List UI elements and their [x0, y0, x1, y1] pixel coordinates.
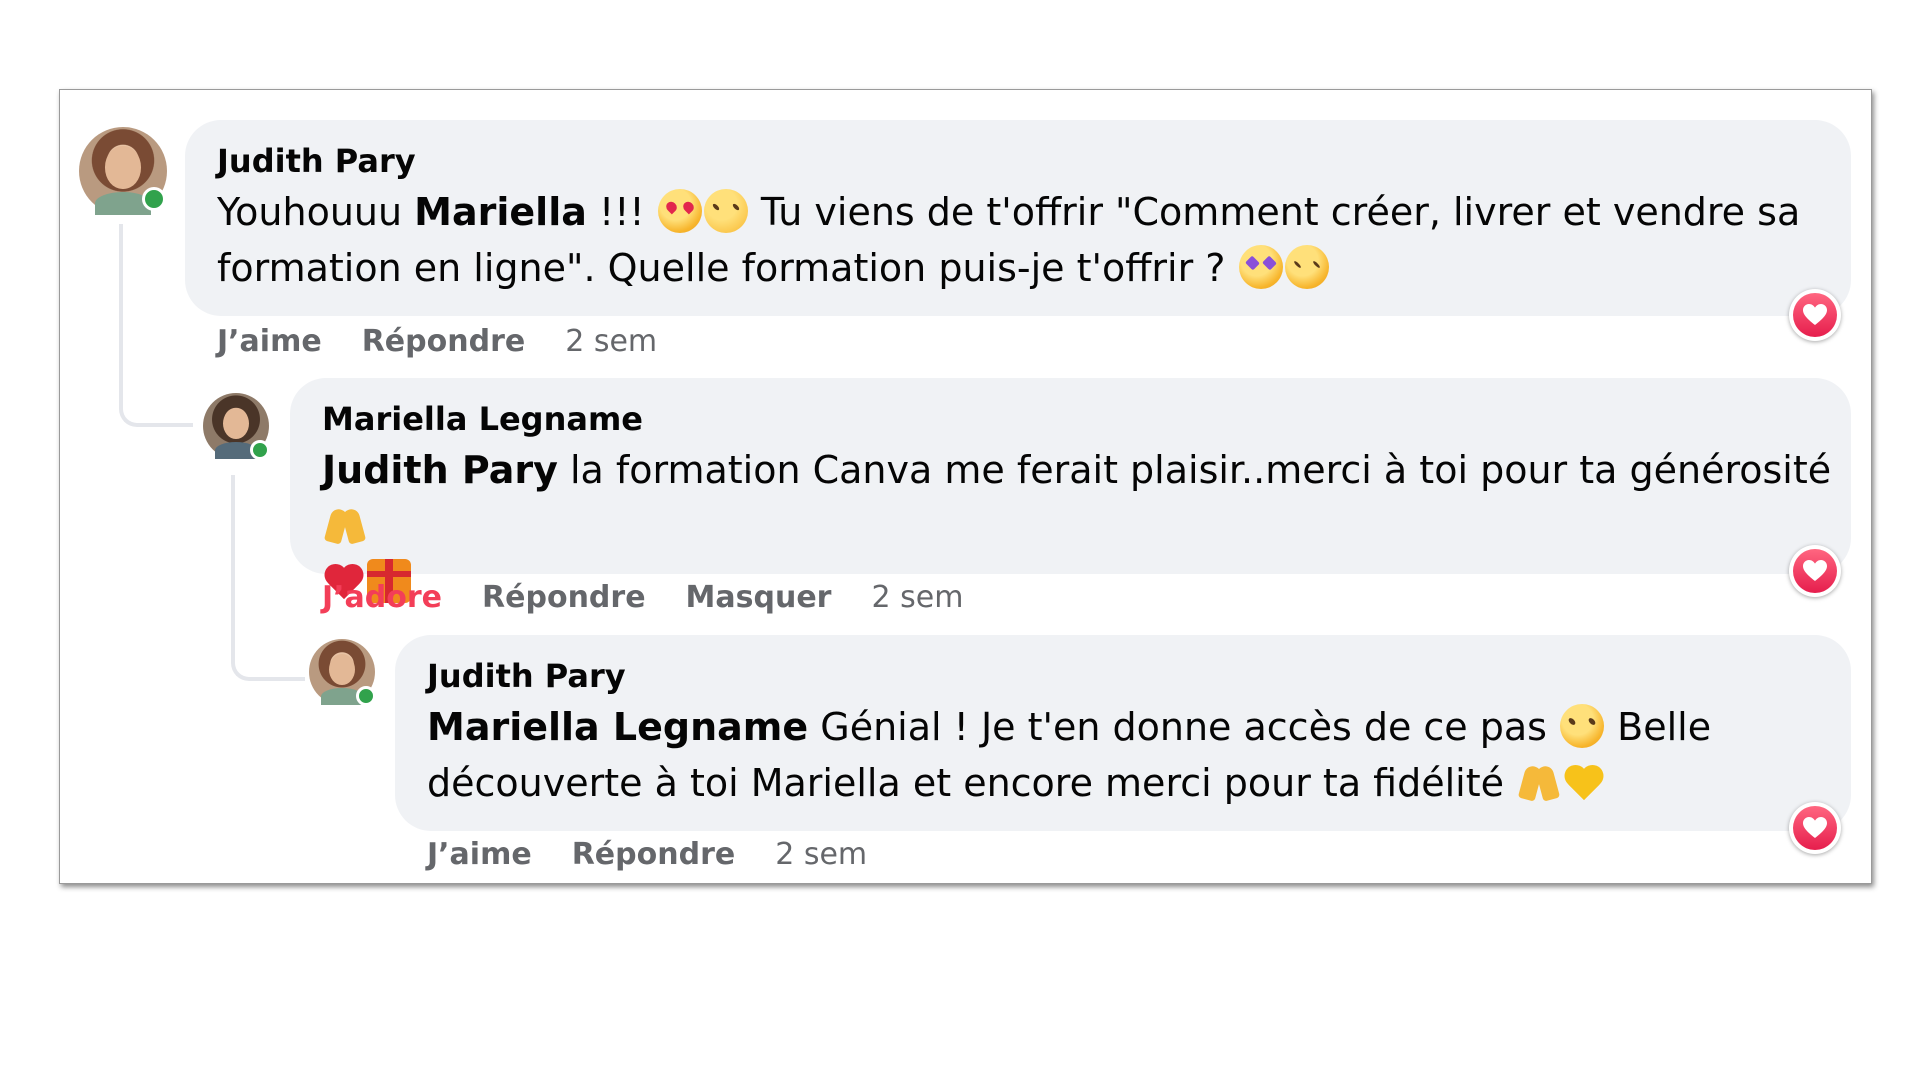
comment-timestamp[interactable]: 2 sem — [871, 580, 963, 615]
hide-button[interactable]: Masquer — [686, 580, 832, 615]
folded-hands-emoji — [1517, 760, 1561, 804]
mention-link[interactable]: Mariella Legname — [427, 705, 808, 749]
partying-face-emoji — [703, 189, 748, 233]
mention-link[interactable]: Mariella — [414, 190, 587, 234]
comment-text-part: Youhouuu — [217, 190, 415, 234]
heart-eyes-emoji — [657, 189, 702, 233]
comment-author[interactable]: Judith Pary — [217, 142, 416, 180]
reaction-badge[interactable] — [1789, 289, 1841, 341]
folded-hands-emoji — [323, 503, 367, 547]
comment-bubble: Mariella Legname Judith Pary la formatio… — [290, 378, 1851, 603]
reply-button[interactable]: Répondre — [362, 324, 526, 359]
comment-text-part: Tu viens de t'offrir "Comment créer, liv… — [748, 190, 1801, 234]
thread-connector — [119, 224, 193, 427]
comment-bubble: Judith Pary Youhouuu Mariella !!! Tu vie… — [185, 120, 1851, 316]
comment-author[interactable]: Judith Pary — [427, 657, 626, 695]
like-button[interactable]: J’aime — [217, 324, 322, 359]
comment-text-part: découverte à toi Mariella et encore merc… — [427, 761, 1517, 805]
smiling-hearts-emoji — [1284, 245, 1329, 289]
comment-text-part: !!! — [586, 190, 657, 234]
comment-text-part: la formation Canva me ferait plaisir..me… — [557, 448, 1832, 492]
comment-text: Mariella Legname Génial ! Je t'en donne … — [427, 699, 1837, 811]
comment-author[interactable]: Mariella Legname — [322, 400, 643, 438]
online-status-dot — [142, 187, 166, 211]
heart-icon — [1803, 817, 1827, 838]
reaction-badge[interactable] — [1789, 545, 1841, 597]
comment-timestamp[interactable]: 2 sem — [775, 837, 867, 872]
love-reaction-button[interactable]: J’adore — [322, 580, 442, 615]
comment-text-part: Génial ! Je t'en donne accès de ce pas — [808, 705, 1560, 749]
reaction-badge[interactable] — [1789, 802, 1841, 854]
comment-text-part: formation en ligne". Quelle formation pu… — [217, 246, 1238, 290]
comment-bubble: Judith Pary Mariella Legname Génial ! Je… — [395, 635, 1851, 831]
comment-timestamp[interactable]: 2 sem — [565, 324, 657, 359]
comment-actions: J’aime Répondre 2 sem — [217, 324, 657, 359]
comment-thread: Judith Pary Youhouuu Mariella !!! Tu vie… — [59, 89, 1872, 884]
heart-icon — [1803, 560, 1827, 581]
online-status-dot — [250, 440, 270, 460]
mention-link[interactable]: Judith Pary — [322, 448, 558, 492]
star-struck-emoji — [1238, 245, 1283, 289]
yellow-heart-emoji — [1563, 760, 1605, 804]
winking-face-emoji — [1560, 704, 1605, 748]
comment-text-part: Belle — [1605, 705, 1712, 749]
heart-icon — [1803, 304, 1827, 325]
comment-actions: J’aime Répondre 2 sem — [427, 837, 867, 872]
like-button[interactable]: J’aime — [427, 837, 532, 872]
reply-button[interactable]: Répondre — [482, 580, 646, 615]
reply-button[interactable]: Répondre — [572, 837, 736, 872]
comment-text: Youhouuu Mariella !!! Tu viens de t'offr… — [217, 184, 1837, 296]
online-status-dot — [356, 686, 376, 706]
comment-actions: J’adore Répondre Masquer 2 sem — [322, 580, 963, 615]
